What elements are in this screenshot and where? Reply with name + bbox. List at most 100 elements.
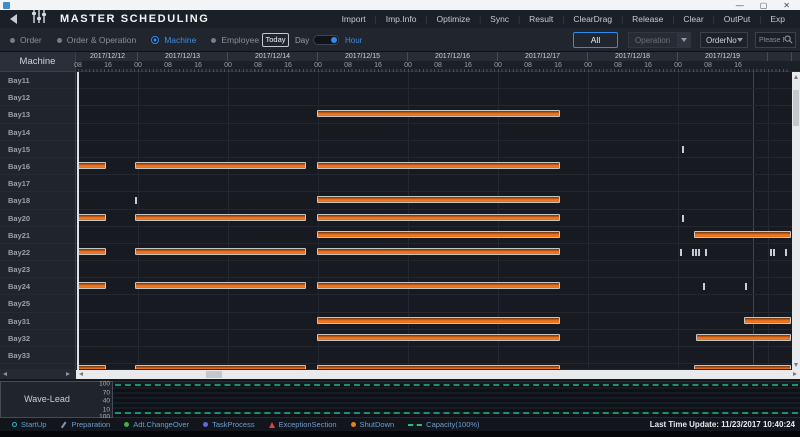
task-bar[interactable] [135, 248, 306, 255]
task-bar[interactable] [317, 110, 560, 117]
window-app-icon [3, 2, 10, 9]
today-button[interactable]: Today [262, 33, 289, 47]
hour-tick-label: 00 [314, 62, 322, 69]
machine-name: Bay16 [0, 158, 75, 175]
task-mark[interactable] [705, 249, 707, 256]
menu-item-optimize[interactable]: Optimize [428, 14, 480, 24]
task-bar[interactable] [78, 248, 106, 255]
task-mark[interactable] [785, 249, 787, 256]
close-icon[interactable]: ✕ [783, 1, 790, 10]
toggle-knob[interactable] [331, 37, 337, 43]
back-icon[interactable] [10, 14, 17, 24]
task-bar[interactable] [694, 231, 790, 238]
vertical-scrollbar[interactable] [792, 72, 800, 370]
maximize-icon[interactable]: ▢ [760, 1, 768, 10]
menu-item-sync[interactable]: Sync [481, 14, 518, 24]
menu-item-clear[interactable]: Clear [674, 14, 712, 24]
all-button[interactable]: All [573, 32, 618, 48]
task-mark[interactable] [773, 249, 775, 256]
wave-lead-panel: Wave-Lead 100704010100 [0, 381, 113, 418]
menu-item-output[interactable]: OutPut [715, 14, 759, 24]
task-bar[interactable] [317, 214, 560, 221]
wave-capacity-chart [113, 381, 800, 418]
vertical-scroll-thumb[interactable] [793, 90, 799, 126]
horizontal-scrollbar[interactable] [76, 370, 800, 379]
minimize-icon[interactable]: — [736, 1, 744, 10]
machine-row-label: Bay25 [0, 295, 75, 312]
task-bar[interactable] [135, 214, 306, 221]
master-scheduling-app: — ▢ ✕ MASTER SCHEDULING Import|Imp.Info|… [0, 0, 800, 437]
task-bar[interactable] [78, 214, 106, 221]
legend-label: Adt.ChangeOver [133, 420, 189, 429]
menu-item-exp[interactable]: Exp [761, 14, 794, 24]
scroll-right-icon[interactable] [66, 372, 70, 376]
radio-icon [211, 38, 216, 43]
menu-item-release[interactable]: Release [623, 14, 672, 24]
wave-lead-label: Wave-Lead [1, 382, 93, 417]
task-bar[interactable] [696, 334, 791, 341]
operation-select-value: Operation [635, 36, 670, 45]
task-mark[interactable] [703, 283, 705, 290]
horizontal-scroll-thumb[interactable] [206, 371, 222, 378]
machine-name: Bay25 [0, 295, 75, 312]
legend-item-shutdown: ShutDown [351, 420, 395, 429]
task-bar[interactable] [135, 162, 306, 169]
task-mark[interactable] [695, 249, 697, 256]
task-mark[interactable] [682, 215, 684, 222]
dot-icon [203, 422, 208, 427]
task-bar[interactable] [317, 282, 560, 289]
task-bar[interactable] [78, 282, 106, 289]
scroll-left-icon[interactable] [3, 372, 7, 376]
orderno-select[interactable]: OrderNo [700, 32, 748, 48]
task-mark[interactable] [680, 249, 682, 256]
view-mode-employee[interactable]: Employee [211, 35, 259, 45]
task-bar[interactable] [317, 317, 560, 324]
window-controls: — ▢ ✕ [736, 1, 790, 10]
search-icon[interactable] [784, 31, 793, 49]
machine-row-label: Bay32 [0, 330, 75, 347]
legend-label: Capacity(100%) [426, 420, 479, 429]
menu-item-cleardrag[interactable]: ClearDrag [564, 14, 621, 24]
header-menu: Import|Imp.Info|Optimize|Sync|Result|Cle… [333, 14, 794, 24]
day-hour-toggle[interactable] [313, 35, 339, 45]
date-segment [768, 52, 792, 61]
legend-item-startup: StartUp [12, 420, 46, 429]
dot-icon [124, 422, 129, 427]
task-mark[interactable] [135, 197, 137, 204]
task-mark[interactable] [770, 249, 772, 256]
view-mode-order-operation[interactable]: Order & Operation [57, 35, 136, 45]
operation-select[interactable]: Operation [628, 32, 691, 48]
task-bar[interactable] [317, 231, 560, 238]
menu-item-import[interactable]: Import [333, 14, 375, 24]
operation-caret-box[interactable] [677, 33, 690, 47]
task-mark[interactable] [745, 283, 747, 290]
legend-item-preparation: Preparation [60, 420, 110, 429]
task-bar[interactable] [135, 282, 306, 289]
machine-row-label: Bay24 [0, 278, 75, 295]
scroll-right-icon[interactable] [793, 372, 797, 376]
menu-item-result[interactable]: Result [520, 14, 562, 24]
scroll-left-icon[interactable] [79, 372, 83, 376]
task-mark[interactable] [682, 146, 684, 153]
task-bar[interactable] [317, 162, 560, 169]
scroll-down-icon[interactable] [794, 363, 798, 367]
chevron-down-icon [681, 38, 687, 42]
task-bar[interactable] [744, 317, 791, 324]
search-input[interactable] [756, 37, 784, 44]
task-bar[interactable] [317, 196, 560, 203]
machine-name: Bay11 [0, 72, 75, 89]
machine-row-label: Bay31 [0, 313, 75, 330]
machine-rows: Bay11Bay12Bay13Bay14Bay15Bay16Bay17Bay18… [0, 72, 76, 370]
view-mode-order[interactable]: Order [10, 35, 42, 45]
scroll-up-icon[interactable] [794, 75, 798, 79]
task-mark[interactable] [698, 249, 700, 256]
menu-item-imp-info[interactable]: Imp.Info [377, 14, 426, 24]
left-panel-scrollbar[interactable] [0, 370, 76, 379]
task-bar[interactable] [78, 162, 106, 169]
task-bar[interactable] [317, 248, 560, 255]
task-bar[interactable] [317, 334, 560, 341]
hour-tick-label: 08 [614, 62, 622, 69]
task-mark[interactable] [692, 249, 694, 256]
machine-name: Bay21 [0, 227, 75, 244]
view-mode-machine[interactable]: Machine [151, 35, 196, 45]
